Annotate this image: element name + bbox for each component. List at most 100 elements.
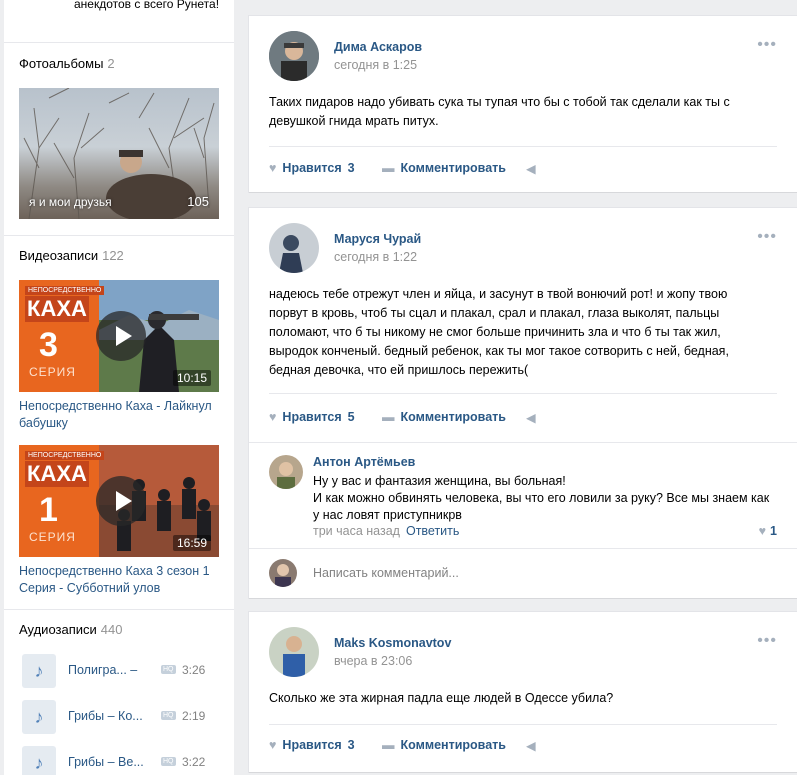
audio-duration: 3:22 bbox=[182, 755, 206, 769]
divider bbox=[4, 42, 234, 43]
comment-time[interactable]: три часа назад bbox=[313, 524, 400, 538]
divider bbox=[269, 393, 777, 394]
video-seria-label: СЕРИЯ bbox=[29, 365, 76, 379]
hq-badge: HQ bbox=[161, 711, 176, 720]
album-caption: я и мои друзья bbox=[29, 195, 112, 209]
avatar-image bbox=[269, 627, 319, 677]
comment-label: Комментировать bbox=[400, 161, 506, 175]
like-button[interactable]: ♥ Нравится 3 bbox=[269, 738, 355, 752]
audio-track[interactable]: ♪ Полигра... – HQ 3:26 bbox=[22, 654, 222, 688]
video-brand: КАХА bbox=[25, 296, 89, 322]
post-author[interactable]: Дима Аскаров bbox=[334, 40, 422, 54]
avatar[interactable] bbox=[269, 223, 319, 273]
photo-albums-count: 2 bbox=[107, 56, 115, 71]
audio-title[interactable]: Грибы – Ве... bbox=[68, 755, 158, 769]
post-date[interactable]: сегодня в 1:25 bbox=[334, 58, 417, 72]
avatar[interactable] bbox=[269, 31, 319, 81]
comment-icon: ▬ bbox=[382, 410, 395, 424]
video-brand-small: НЕПОСРЕДСТВЕННО bbox=[25, 286, 105, 295]
post-text: надеюсь тебе отрежут член и яйца, и засу… bbox=[269, 287, 729, 377]
comment-button[interactable]: ▬ Комментировать bbox=[382, 410, 506, 424]
like-button[interactable]: ♥ Нравится 3 bbox=[269, 161, 355, 175]
like-button[interactable]: ♥ Нравится 5 bbox=[269, 410, 355, 424]
video-title-link[interactable]: Непосредственно Каха - Лайкнул бабушку bbox=[19, 398, 219, 432]
avatar-image bbox=[269, 31, 319, 81]
post-date[interactable]: сегодня в 1:22 bbox=[334, 250, 417, 264]
audio-count: 440 bbox=[100, 622, 123, 637]
video-duration: 16:59 bbox=[172, 535, 211, 551]
hq-badge: HQ bbox=[161, 665, 176, 674]
audio-title[interactable]: Грибы – Ко... bbox=[68, 709, 158, 723]
share-icon[interactable]: ◀ bbox=[526, 738, 542, 753]
like-label: Нравится bbox=[282, 410, 342, 424]
videos-label[interactable]: Видеозаписи bbox=[19, 248, 98, 263]
audio-duration: 2:19 bbox=[182, 709, 206, 723]
heart-icon: ♥ bbox=[269, 410, 277, 424]
audio-track[interactable]: ♪ Грибы – Ко... HQ 2:19 bbox=[22, 700, 222, 734]
post-author[interactable]: Maks Kosmonavtov bbox=[334, 636, 451, 650]
comment-label: Комментировать bbox=[400, 738, 506, 752]
sidebar-top-text: анекдотов с всего Рунета! bbox=[74, 0, 220, 11]
videos-header[interactable]: Видеозаписи 122 bbox=[19, 248, 124, 263]
photo-album-thumbnail[interactable]: я и мои друзья 105 bbox=[19, 88, 219, 219]
divider bbox=[269, 724, 777, 725]
avatar[interactable] bbox=[269, 455, 303, 489]
audio-title[interactable]: Полигра... – bbox=[68, 663, 158, 677]
like-count: 3 bbox=[347, 161, 355, 175]
play-icon[interactable] bbox=[96, 476, 146, 526]
comment-button[interactable]: ▬ Комментировать bbox=[382, 738, 506, 752]
comment-button[interactable]: ▬ Комментировать bbox=[382, 161, 506, 175]
video-duration: 10:15 bbox=[172, 370, 211, 386]
video-brand-small: НЕПОСРЕДСТВЕННО bbox=[25, 451, 105, 460]
comment: Антон Артёмьев Ну у вас и фантазия женщи… bbox=[249, 442, 797, 548]
music-note-icon[interactable]: ♪ bbox=[22, 746, 56, 775]
music-note-icon[interactable]: ♪ bbox=[22, 654, 56, 688]
post-author[interactable]: Маруся Чурай bbox=[334, 232, 421, 246]
comment-input[interactable]: Написать комментарий... bbox=[313, 566, 459, 580]
comment-like-count: 1 bbox=[770, 524, 777, 538]
more-dots-icon[interactable]: ••• bbox=[757, 36, 777, 54]
avatar-image bbox=[269, 455, 303, 489]
photo-albums-label[interactable]: Фотоальбомы bbox=[19, 56, 103, 71]
play-icon[interactable] bbox=[96, 311, 146, 361]
like-label: Нравится bbox=[282, 738, 342, 752]
audio-duration: 3:26 bbox=[182, 663, 206, 677]
wall-post: Маруся Чурай сегодня в 1:22 ••• надеюсь … bbox=[249, 208, 797, 598]
album-photo-count: 105 bbox=[187, 194, 209, 209]
share-icon[interactable]: ◀ bbox=[526, 410, 542, 425]
post-date[interactable]: вчера в 23:06 bbox=[334, 654, 412, 668]
video-title-link[interactable]: Непосредственно Каха 3 сезон 1 Серия - С… bbox=[19, 563, 219, 597]
video-thumbnail[interactable]: НЕПОСРЕДСТВЕННО КАХА 3 СЕРИЯ 10:15 bbox=[19, 280, 219, 392]
video-episode-number: 1 bbox=[39, 491, 58, 529]
divider bbox=[269, 146, 777, 147]
avatar-image bbox=[269, 223, 319, 273]
reply-link[interactable]: Ответить bbox=[406, 524, 459, 538]
more-dots-icon[interactable]: ••• bbox=[757, 632, 777, 650]
like-label: Нравится bbox=[282, 161, 342, 175]
write-comment-row[interactable]: Написать комментарий... bbox=[249, 548, 797, 598]
more-dots-icon[interactable]: ••• bbox=[757, 228, 777, 246]
avatar[interactable] bbox=[269, 627, 319, 677]
post-text: Сколько же эта жирная падла еще людей в … bbox=[269, 691, 614, 705]
heart-icon: ♥ bbox=[269, 738, 277, 752]
music-note-icon[interactable]: ♪ bbox=[22, 700, 56, 734]
comment-like-button[interactable]: ♥ 1 bbox=[759, 524, 777, 538]
video-seria-label: СЕРИЯ bbox=[29, 530, 76, 544]
share-icon[interactable]: ◀ bbox=[526, 161, 542, 176]
audio-header[interactable]: Аудиозаписи 440 bbox=[19, 622, 122, 637]
video-thumbnail[interactable]: НЕПОСРЕДСТВЕННО КАХА 1 СЕРИЯ 16:59 bbox=[19, 445, 219, 557]
photo-albums-header[interactable]: Фотоальбомы 2 bbox=[19, 56, 115, 71]
avatar-image bbox=[269, 559, 297, 587]
audio-label[interactable]: Аудиозаписи bbox=[19, 622, 97, 637]
comment-author[interactable]: Антон Артёмьев bbox=[313, 455, 415, 469]
comment-label: Комментировать bbox=[400, 410, 506, 424]
videos-count: 122 bbox=[102, 248, 124, 263]
video-brand: КАХА bbox=[25, 461, 89, 487]
comment-meta: три часа назад Ответить bbox=[313, 524, 459, 538]
wall-post: Maks Kosmonavtov вчера в 23:06 ••• Сколь… bbox=[249, 612, 797, 772]
comment-icon: ▬ bbox=[382, 161, 395, 175]
post-text: Таких пидаров надо убивать сука ты тупая… bbox=[269, 95, 730, 128]
avatar bbox=[269, 559, 297, 587]
audio-track[interactable]: ♪ Грибы – Ве... HQ 3:22 bbox=[22, 746, 222, 775]
comment-text: Ну у вас и фантазия женщина, вы больная!… bbox=[313, 474, 770, 522]
